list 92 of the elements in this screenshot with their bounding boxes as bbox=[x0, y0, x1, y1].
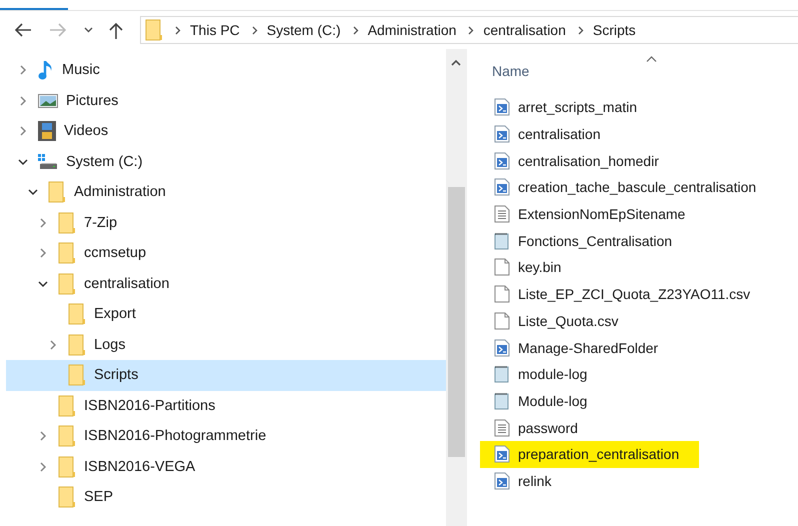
tree-item[interactable]: 7-Zip bbox=[6, 208, 446, 238]
address-bar[interactable]: This PC System (C:) Administration centralisation Scripts bbox=[140, 16, 798, 44]
folder-icon bbox=[58, 272, 76, 295]
file-item[interactable]: preparation_centralisation bbox=[480, 440, 700, 468]
scroll-up-icon[interactable] bbox=[451, 59, 461, 66]
file-item[interactable]: password bbox=[480, 414, 598, 441]
tree-item[interactable]: System (C:) bbox=[6, 146, 446, 177]
chevron-icon[interactable] bbox=[578, 26, 584, 34]
file-item[interactable]: Manage-SharedFolder bbox=[480, 334, 678, 361]
tree-item[interactable]: ISBN2016-VEGA bbox=[6, 452, 446, 482]
tree-item[interactable]: centralisation bbox=[6, 268, 446, 299]
chevron-icon[interactable] bbox=[175, 26, 181, 34]
notepad-icon bbox=[494, 232, 510, 250]
folder-icon bbox=[58, 212, 76, 234]
tree-item[interactable]: Export bbox=[6, 299, 446, 330]
script-file-icon bbox=[494, 338, 510, 357]
file-item[interactable]: key.bin bbox=[480, 254, 582, 281]
folder-icon bbox=[58, 486, 76, 508]
expand-icon[interactable] bbox=[38, 462, 48, 472]
folder-icon bbox=[68, 364, 86, 386]
blank-file-icon bbox=[494, 312, 510, 330]
text-file-icon bbox=[494, 205, 510, 224]
expand-icon[interactable] bbox=[38, 431, 48, 442]
back-icon[interactable] bbox=[14, 23, 32, 37]
script-file-icon bbox=[494, 178, 510, 196]
script-file-icon bbox=[494, 152, 510, 170]
collapse-icon[interactable] bbox=[18, 156, 28, 167]
tree-item[interactable]: Administration bbox=[6, 177, 446, 208]
tree-item[interactable]: Videos bbox=[6, 116, 446, 146]
file-item[interactable]: centralisation bbox=[480, 120, 620, 148]
recent-locations-icon[interactable] bbox=[84, 27, 93, 33]
file-item[interactable]: Liste_Quota.csv bbox=[480, 308, 638, 334]
up-icon[interactable] bbox=[109, 22, 123, 38]
notepad-icon bbox=[494, 365, 510, 384]
picture-icon bbox=[38, 94, 58, 108]
collapse-icon[interactable] bbox=[28, 187, 38, 198]
file-item[interactable]: Liste_EP_ZCI_Quota_Z23YAO11.csv bbox=[480, 280, 770, 308]
tree-item[interactable]: SEP bbox=[6, 482, 446, 512]
notepad-icon bbox=[494, 392, 510, 410]
expand-icon[interactable] bbox=[18, 126, 28, 136]
folder-icon bbox=[48, 181, 66, 204]
folder-icon bbox=[145, 19, 163, 41]
blank-file-icon bbox=[494, 258, 510, 276]
file-item[interactable]: ExtensionNomEpSitename bbox=[480, 200, 706, 228]
file-item[interactable]: relink bbox=[480, 468, 572, 494]
folder-icon bbox=[58, 456, 76, 478]
text-file-icon bbox=[494, 418, 510, 437]
breadcrumb[interactable]: This PC bbox=[190, 22, 240, 38]
tree-item[interactable]: Logs bbox=[6, 330, 446, 360]
script-file-icon bbox=[494, 445, 510, 464]
breadcrumb[interactable]: Administration bbox=[368, 22, 456, 38]
film-strip-icon bbox=[38, 121, 56, 142]
breadcrumb[interactable]: System (C:) bbox=[266, 22, 341, 38]
folder-icon bbox=[58, 425, 76, 448]
breadcrumb[interactable]: centralisation bbox=[483, 22, 566, 38]
expand-icon[interactable] bbox=[38, 218, 48, 228]
column-header[interactable]: Name bbox=[492, 63, 530, 79]
folder-icon bbox=[68, 334, 86, 356]
expand-icon[interactable] bbox=[18, 65, 28, 76]
breadcrumb[interactable]: Scripts bbox=[592, 22, 636, 38]
drive-icon bbox=[38, 154, 58, 170]
file-item[interactable]: Module-log bbox=[480, 388, 608, 414]
scrollbar[interactable] bbox=[446, 49, 467, 526]
tree-item[interactable]: ISBN2016-Partitions bbox=[6, 390, 446, 421]
file-item[interactable]: centralisation_homedir bbox=[480, 147, 679, 174]
tree-item[interactable]: Scripts bbox=[6, 360, 446, 390]
tree-item[interactable]: Music bbox=[6, 55, 446, 86]
script-file-icon bbox=[494, 125, 510, 144]
file-item[interactable]: Fonctions_Centralisation bbox=[480, 227, 692, 254]
blank-file-icon bbox=[494, 285, 510, 304]
script-file-icon bbox=[494, 98, 510, 116]
expand-icon[interactable] bbox=[38, 248, 48, 258]
file-item[interactable]: creation_tache_bascule_centralisation bbox=[480, 174, 776, 201]
chevron-icon[interactable] bbox=[252, 26, 258, 34]
music-note-icon bbox=[38, 59, 54, 82]
scrollbar-thumb[interactable] bbox=[448, 187, 465, 457]
tree-item[interactable]: ISBN2016-Photogrammetrie bbox=[6, 421, 446, 452]
tree-item[interactable]: Pictures bbox=[6, 86, 446, 116]
folder-icon bbox=[58, 242, 76, 264]
sort-ascending-icon bbox=[646, 56, 657, 62]
collapse-icon[interactable] bbox=[38, 278, 48, 289]
file-item[interactable]: module-log bbox=[480, 360, 608, 388]
folder-icon bbox=[68, 303, 86, 326]
file-item[interactable]: arret_scripts_matin bbox=[480, 94, 658, 121]
ribbon-tab-indicator bbox=[0, 8, 68, 10]
expand-icon[interactable] bbox=[18, 96, 28, 106]
chevron-icon[interactable] bbox=[468, 26, 474, 34]
script-file-icon bbox=[494, 472, 510, 490]
tree-item[interactable]: ccmsetup bbox=[6, 238, 446, 268]
chevron-icon[interactable] bbox=[352, 26, 359, 34]
expand-icon[interactable] bbox=[48, 340, 58, 350]
folder-icon bbox=[58, 394, 76, 417]
